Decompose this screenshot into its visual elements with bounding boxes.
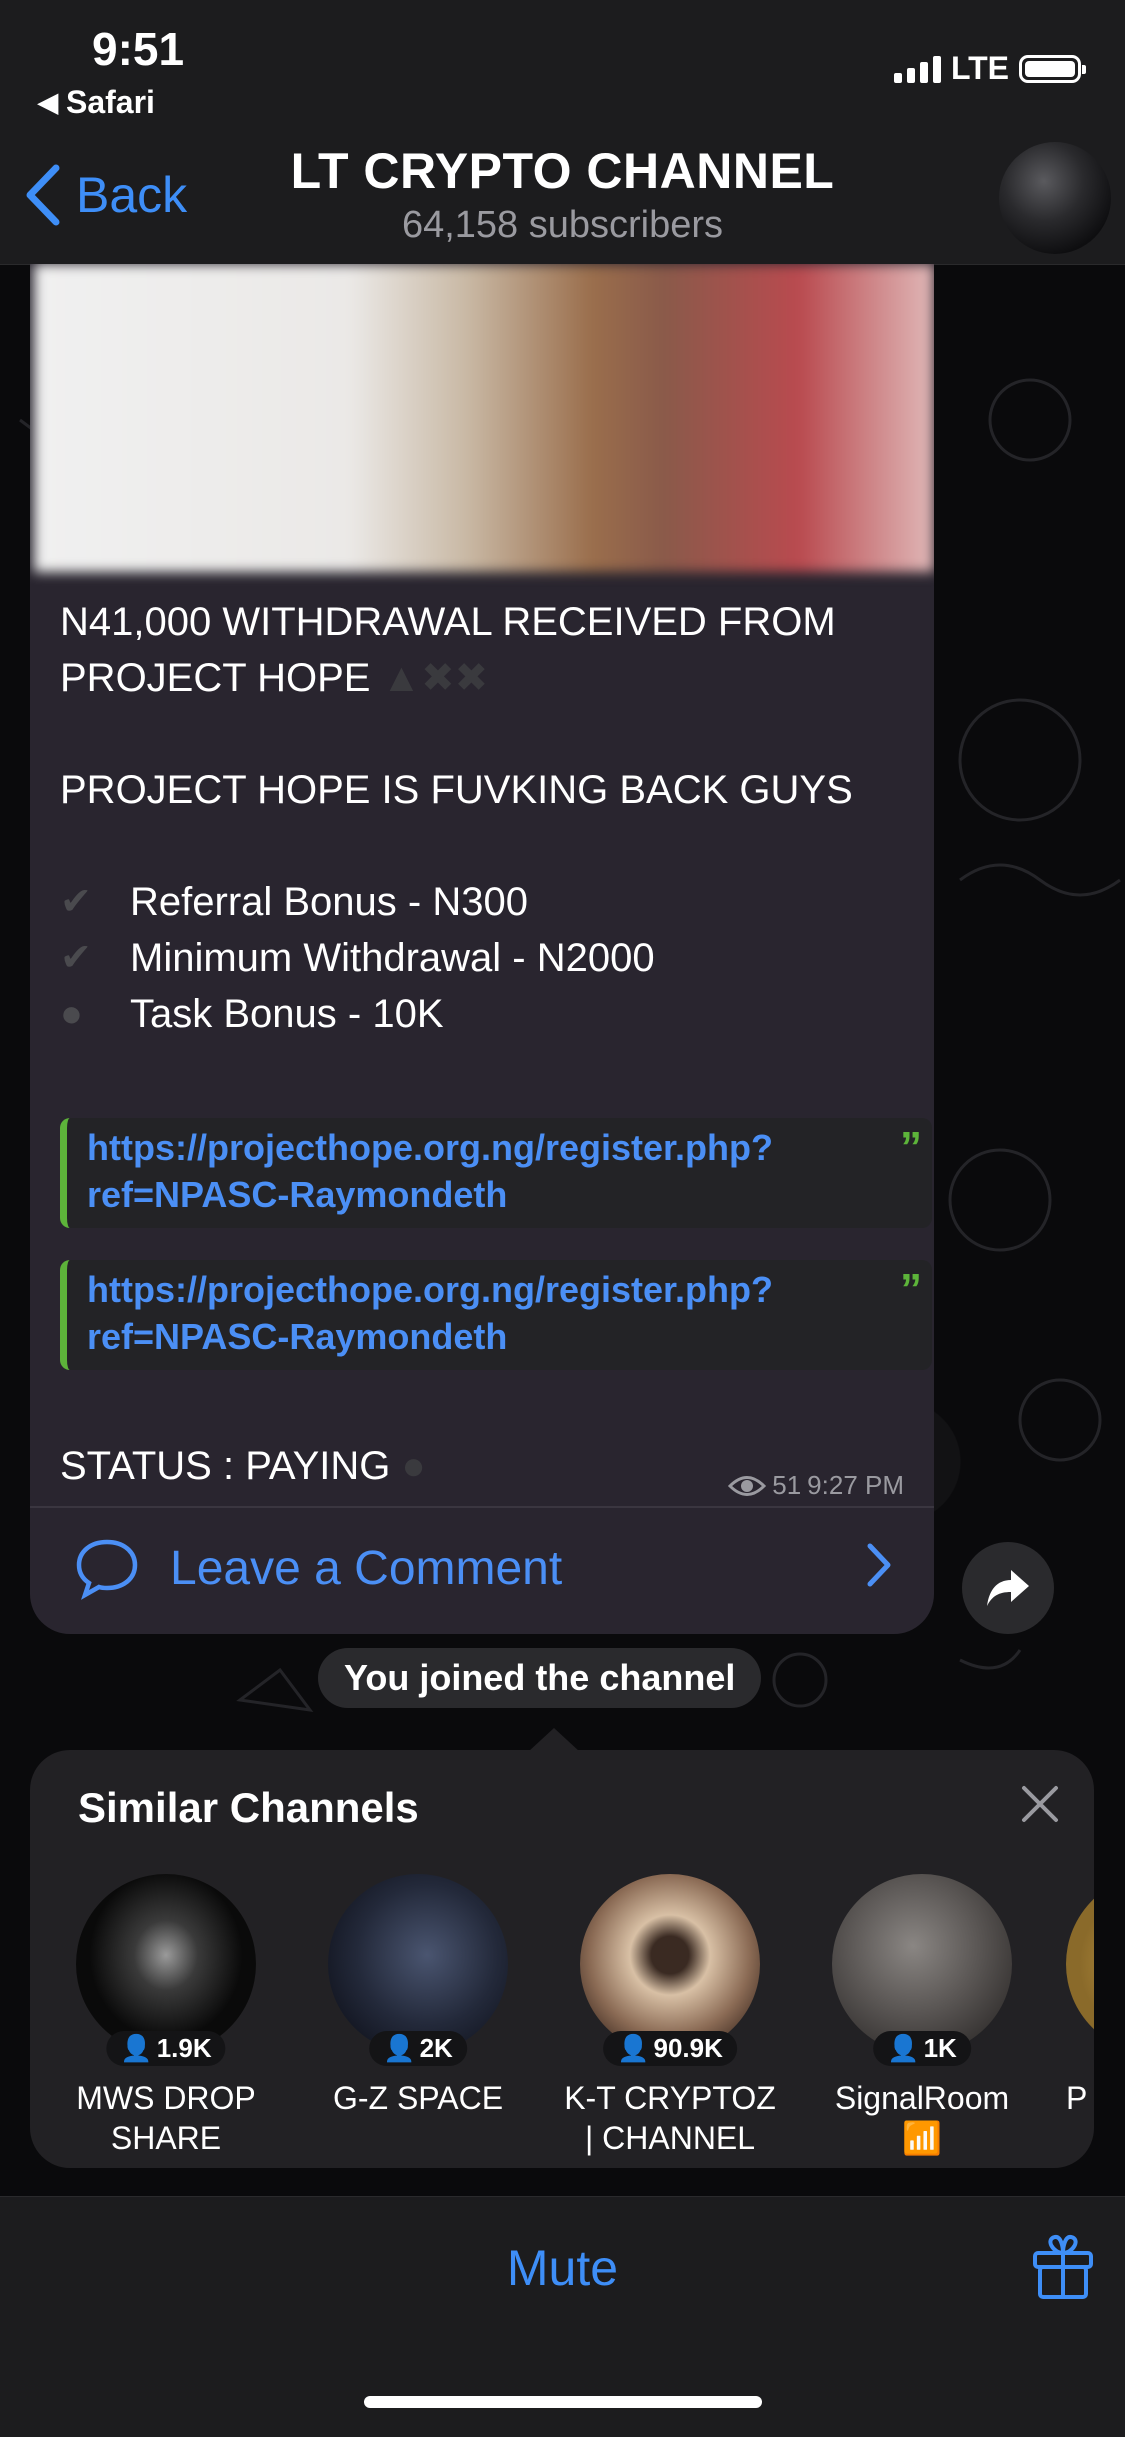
- similar-channels-title: Similar Channels: [78, 1784, 419, 1831]
- mute-button[interactable]: Mute: [0, 2239, 1125, 2297]
- similar-channel-item[interactable]: 👤 2K G-Z SPACE: [298, 1874, 538, 2118]
- gift-icon[interactable]: [1031, 2231, 1095, 2301]
- avatar: 👤 90.9K: [580, 1874, 760, 2066]
- channel-name: K-T CRYPTOZ | CHANNEL: [564, 2080, 776, 2156]
- comment-icon: [76, 1539, 138, 1600]
- channel-name: G-Z SPACE: [332, 2080, 504, 2116]
- similar-channel-item[interactable]: 👤 1.9K MWS DROP SHARE: [46, 1874, 286, 2158]
- message-bubble: N41,000 WITHDRAWAL RECEIVED FROM PROJECT…: [30, 264, 934, 1634]
- member-count-badge: 👤 1K: [873, 2031, 971, 2066]
- message-time: 9:27 PM: [807, 1470, 904, 1500]
- message-line: PROJECT HOPE IS FUVKING BACK GUYS: [60, 768, 853, 812]
- member-count-badge: 👤 90.9K: [603, 2031, 737, 2066]
- list-item: ✔ Referral Bonus - N300: [60, 874, 920, 930]
- similar-channel-item[interactable]: 👤 90.9K K-T CRYPTOZ | CHANNEL: [550, 1874, 790, 2158]
- link-text[interactable]: ref=NPASC-Raymondeth: [87, 1313, 912, 1360]
- status-time: 9:51: [92, 23, 185, 75]
- link-quote[interactable]: https://projecthope.org.ng/register.php?…: [60, 1260, 932, 1370]
- channel-title: LT CRYPTO CHANNEL: [290, 143, 835, 199]
- avatar: 👤 1.9K: [76, 1874, 256, 2066]
- similar-channel-item[interactable]: 👤 1K SignalRoom 📶: [802, 1874, 1042, 2158]
- speech-bubble-icon: ●: [60, 993, 83, 1035]
- message-meta: 51 9:27 PM: [728, 1470, 904, 1501]
- status-line: STATUS : PAYING ●: [60, 1444, 426, 1488]
- similar-channels-panel: Similar Channels 👤 1.9K MWS DROP SHARE 👤 2…: [30, 1750, 1094, 2168]
- home-indicator[interactable]: [364, 2396, 762, 2408]
- link-quote[interactable]: https://projecthope.org.ng/register.php?…: [60, 1118, 932, 1228]
- navigation-header: 9:51 ◀ Safari LTE Back LT CRYPTO CHANNEL…: [0, 0, 1125, 265]
- signal-icon: [893, 55, 941, 83]
- person-icon: 👤: [617, 2033, 650, 2063]
- share-icon: [987, 1570, 1029, 1606]
- link-text[interactable]: https://projecthope.org.ng/register.php?: [87, 1266, 912, 1313]
- check-icon: ✔: [60, 881, 92, 923]
- emoji-icon: ▲✖✖: [381, 656, 489, 700]
- quote-icon: ”: [900, 1265, 922, 1314]
- channel-name: SignalRoom 📶: [834, 2080, 1010, 2156]
- message-photo[interactable]: [34, 264, 934, 572]
- channel-avatar[interactable]: [999, 142, 1111, 254]
- member-count-badge: 👤 1.9K: [106, 2031, 226, 2066]
- view-count: 51: [772, 1470, 802, 1500]
- joined-notice: You joined the channel: [318, 1648, 762, 1708]
- message-line: PROJECT HOPE ▲✖✖: [60, 656, 489, 700]
- member-count-badge: 👤 2K: [369, 2031, 467, 2066]
- back-app-label: Safari: [66, 84, 155, 120]
- divider: [30, 1506, 934, 1508]
- channel-name: MWS DROP SHARE: [76, 2080, 256, 2156]
- person-icon: 👤: [887, 2033, 920, 2063]
- chevron-right-icon: [867, 1543, 891, 1587]
- similar-tip: [528, 1728, 580, 1752]
- link-text[interactable]: https://projecthope.org.ng/register.php?: [87, 1124, 912, 1171]
- subscriber-count: 64,158 subscribers: [401, 204, 724, 246]
- similar-channel-item[interactable]: P: [1010, 1874, 1094, 2118]
- avatar: [1066, 1874, 1094, 2054]
- person-icon: 👤: [383, 2033, 416, 2063]
- close-icon[interactable]: [1020, 1784, 1060, 1824]
- network-label: LTE: [950, 50, 1009, 86]
- battery-icon: [1019, 54, 1086, 83]
- comment-label: Leave a Comment: [170, 1541, 563, 1595]
- eye-icon: [728, 1475, 767, 1496]
- back-to-safari[interactable]: ◀ Safari: [38, 84, 155, 121]
- leave-comment-button[interactable]: Leave a Comment: [74, 1526, 904, 1610]
- quote-icon: ”: [900, 1123, 922, 1172]
- status-indicators: LTE: [893, 50, 1086, 87]
- message-line: N41,000 WITHDRAWAL RECEIVED FROM: [60, 600, 836, 644]
- link-text[interactable]: ref=NPASC-Raymondeth: [87, 1171, 912, 1218]
- back-triangle-icon: ◀: [38, 87, 58, 117]
- message-text: N41,000 WITHDRAWAL RECEIVED FROM PROJECT…: [60, 594, 920, 1042]
- list-item: ✔ Minimum Withdrawal - N2000: [60, 930, 920, 986]
- share-button[interactable]: [962, 1542, 1054, 1634]
- emoji-icon: ●: [401, 1444, 426, 1488]
- check-icon: ✔: [60, 937, 92, 979]
- avatar: 👤 1K: [832, 1874, 1012, 2066]
- person-icon: 👤: [120, 2033, 153, 2063]
- list-item: ● Task Bonus - 10K: [60, 986, 920, 1042]
- channel-name: P: [1066, 2080, 1088, 2116]
- avatar: 👤 2K: [328, 1874, 508, 2066]
